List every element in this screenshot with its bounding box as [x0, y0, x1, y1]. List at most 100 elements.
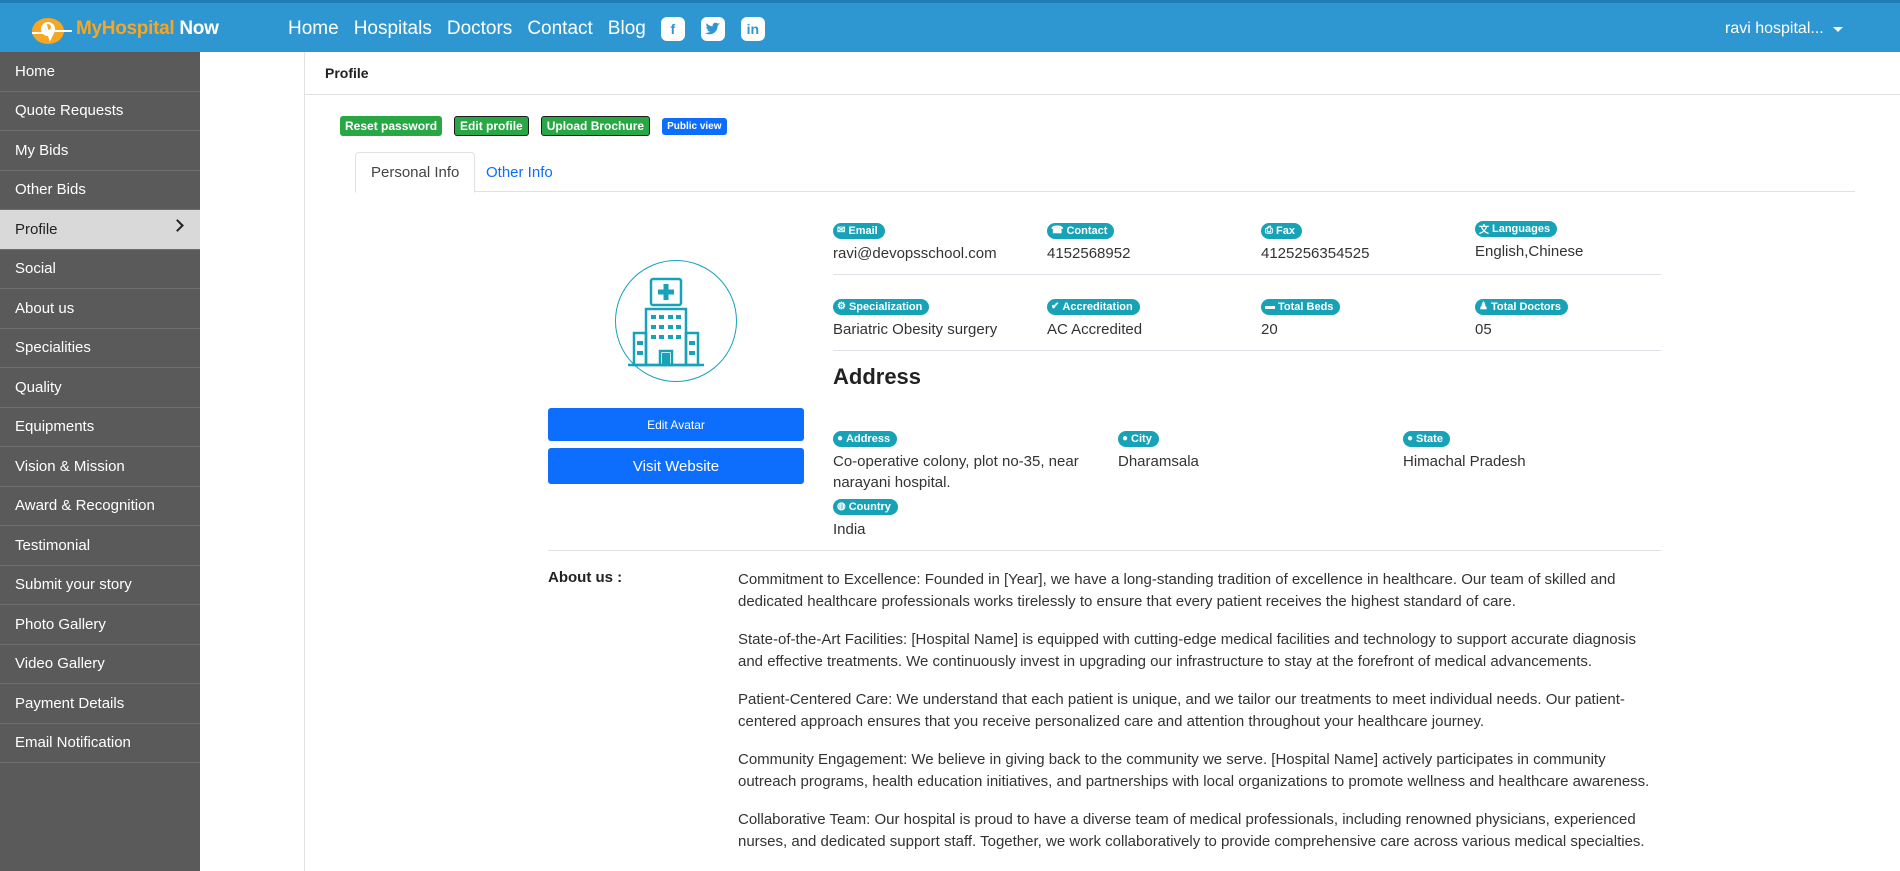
avatar — [615, 260, 737, 382]
email-value: ravi@devopsschool.com — [833, 244, 997, 262]
globe-icon: ◍ — [837, 501, 846, 512]
visit-website-button[interactable]: Visit Website — [548, 448, 804, 484]
map-marker-icon: ● — [1407, 433, 1414, 444]
contact-label: Contact — [1066, 224, 1108, 237]
total-doctors-value: 05 — [1475, 320, 1492, 338]
bed-icon: ▬ — [1265, 301, 1275, 312]
top-navbar: MyHospital Now Home Hospitals Doctors Co… — [0, 0, 1900, 52]
sidebar-item-payment-details[interactable]: Payment Details — [0, 684, 200, 724]
about-paragraph: Collaborative Team: Our hospital is prou… — [738, 811, 1645, 850]
sidebar-item-social[interactable]: Social — [0, 250, 200, 289]
tab-personal-info[interactable]: Personal Info — [355, 152, 476, 193]
languages-value: English,Chinese — [1475, 243, 1584, 260]
languages-label: Languages — [1492, 222, 1551, 235]
facebook-icon[interactable]: f — [660, 17, 685, 41]
chevron-right-icon — [171, 219, 184, 232]
upload-brochure-button[interactable]: Upload Brochure — [540, 116, 651, 136]
fax-label: Fax — [1276, 224, 1295, 237]
sidebar-item-quality[interactable]: Quality — [0, 368, 200, 408]
total-beds-label: Total Beds — [1278, 300, 1334, 313]
tab-other-info[interactable]: Other Info — [471, 152, 568, 192]
reset-password-button[interactable]: Reset password — [340, 116, 443, 136]
sidebar-item-video-gallery[interactable]: Video Gallery — [0, 645, 200, 684]
sidebar-item-profile[interactable]: Profile — [0, 210, 200, 250]
about-paragraph: State-of-the-Art Facilities: [Hospital N… — [738, 631, 1636, 670]
sidebar-item-award-recognition[interactable]: Award & Recognition — [0, 487, 200, 526]
sidebar-item-email-notification[interactable]: Email Notification — [0, 724, 200, 763]
user-name: ravi hospital... — [1725, 20, 1824, 37]
state-label: State — [1416, 432, 1443, 445]
brand-name-part2: Now — [179, 18, 219, 39]
city-value: Dharamsala — [1118, 452, 1199, 470]
twitter-icon[interactable] — [700, 17, 725, 41]
country-value: India — [833, 520, 866, 538]
nav-hospitals[interactable]: Hospitals — [354, 18, 432, 40]
nav-doctors[interactable]: Doctors — [447, 18, 512, 40]
sidebar-item-submit-story[interactable]: Submit your story — [0, 566, 200, 605]
profile-tabs: Personal Info Other Info — [355, 152, 1855, 193]
hospital-icon — [628, 277, 704, 367]
language-icon: 文 — [1479, 225, 1489, 236]
total-doctors-label: Total Doctors — [1490, 300, 1562, 313]
divider — [833, 274, 1661, 275]
sidebar-item-about-us[interactable]: About us — [0, 289, 200, 329]
email-field: ✉ Email ravi@devopsschool.com — [833, 218, 997, 264]
about-paragraph: Patient-Centered Care: We understand tha… — [738, 691, 1625, 730]
address-heading: Address — [833, 364, 922, 389]
sidebar-item-home[interactable]: Home — [0, 52, 200, 92]
total-beds-value: 20 — [1261, 320, 1278, 338]
sidebar-item-vision-mission[interactable]: Vision & Mission — [0, 447, 200, 487]
total-beds-field: ▬ Total Beds 20 — [1261, 294, 1341, 340]
city-label: City — [1131, 432, 1152, 445]
contact-field: ☎ Contact 4152568952 — [1047, 218, 1130, 264]
sidebar-item-other-bids[interactable]: Other Bids — [0, 171, 200, 210]
edit-avatar-button[interactable]: Edit Avatar — [548, 408, 804, 441]
accreditation-value: AC Accredited — [1047, 320, 1143, 338]
edit-profile-button[interactable]: Edit profile — [454, 116, 529, 136]
user-menu[interactable]: ravi hospital... — [1725, 20, 1843, 38]
brand-name-part1: MyHospital — [76, 18, 175, 39]
address-value: Co-operative colony, plot no-35, near na… — [833, 452, 1079, 491]
sidebar-item-quote-requests[interactable]: Quote Requests — [0, 92, 200, 131]
specialization-value: Bariatric Obesity surgery — [833, 320, 998, 338]
main-content: Profile Reset password Edit profile Uplo… — [304, 52, 1900, 871]
main-nav: Home Hospitals Doctors Contact Blog f in — [288, 17, 781, 41]
nav-home[interactable]: Home — [288, 18, 339, 40]
caret-down-icon — [1832, 26, 1843, 32]
languages-field: 文 Languages English,Chinese — [1475, 218, 1583, 262]
envelope-icon: ✉ — [837, 225, 846, 236]
phone-icon: ☎ — [1051, 225, 1064, 236]
fax-field: ⎙ Fax 4125256354525 — [1261, 218, 1369, 264]
page-title: Profile — [305, 52, 1900, 95]
sidebar-item-my-bids[interactable]: My Bids — [0, 131, 200, 171]
state-field: ● State Himachal Pradesh — [1403, 426, 1526, 472]
sidebar-item-testimonial[interactable]: Testimonial — [0, 526, 200, 566]
accreditation-label: Accreditation — [1062, 300, 1133, 313]
nav-contact[interactable]: Contact — [527, 18, 592, 40]
gears-icon: ⚙ — [837, 301, 846, 312]
country-field: ◍ Country India — [833, 494, 898, 540]
logo-icon — [30, 11, 74, 47]
map-marker-icon: ● — [837, 433, 844, 444]
nav-blog[interactable]: Blog — [608, 18, 646, 40]
fax-value: 4125256354525 — [1261, 244, 1370, 262]
linkedin-icon[interactable]: in — [740, 17, 765, 41]
address-field: ● Address Co-operative colony, plot no-35… — [833, 426, 1103, 493]
city-field: ● City Dharamsala — [1118, 426, 1199, 472]
sidebar-item-photo-gallery[interactable]: Photo Gallery — [0, 605, 200, 645]
check-circle-icon: ✔ — [1051, 301, 1060, 312]
email-label: Email — [848, 224, 878, 237]
divider — [833, 350, 1661, 351]
divider — [548, 550, 1661, 551]
sidebar-item-label: Profile — [15, 220, 58, 238]
sidebar-item-equipments[interactable]: Equipments — [0, 408, 200, 447]
public-view-button[interactable]: Public view — [662, 118, 727, 135]
address-label: Address — [846, 432, 891, 445]
fax-icon: ⎙ — [1265, 225, 1273, 236]
sidebar-item-specialities[interactable]: Specialities — [0, 329, 200, 368]
contact-value: 4152568952 — [1047, 244, 1131, 262]
brand-logo[interactable]: MyHospital Now — [30, 11, 219, 47]
state-value: Himachal Pradesh — [1403, 452, 1526, 470]
about-us-label: About us : — [548, 569, 623, 586]
profile-actions: Reset password Edit profile Upload Broch… — [340, 116, 739, 136]
